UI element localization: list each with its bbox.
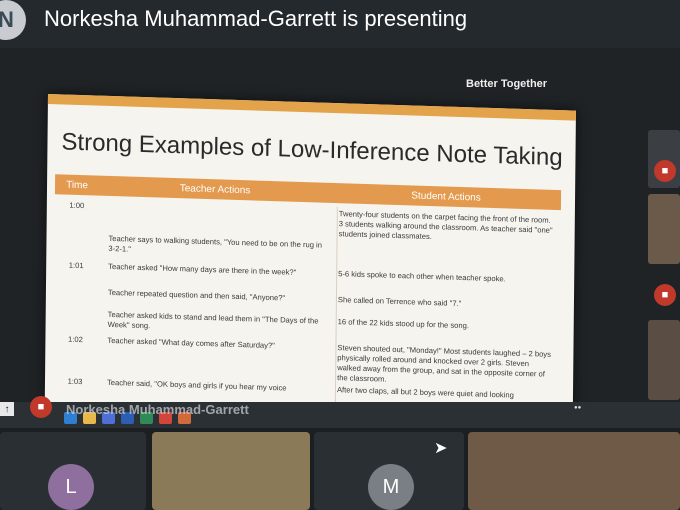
cell-teacher: Teacher asked "What day comes after Satu… bbox=[107, 335, 275, 351]
participant-avatar[interactable]: L bbox=[48, 464, 94, 510]
column-header-teacher: Teacher Actions bbox=[179, 182, 251, 196]
system-clock: ●● bbox=[574, 405, 582, 411]
cell-time: 1:01 bbox=[68, 260, 84, 271]
participant-tile[interactable] bbox=[468, 432, 680, 510]
participant-avatar[interactable]: M bbox=[368, 464, 414, 510]
column-header-student: Student Actions bbox=[411, 189, 481, 204]
cell-time: 1:00 bbox=[69, 200, 85, 211]
slide-accent-band bbox=[47, 94, 576, 121]
presenting-label: Norkesha Muhammad-Garrett is presenting bbox=[44, 6, 468, 31]
cell-time: 1:03 bbox=[67, 376, 83, 387]
notes-table: 1:00 Twenty-four students on the carpet … bbox=[53, 198, 561, 412]
slide-title: Strong Examples of Low-Inference Note Ta… bbox=[61, 128, 563, 172]
microphone-muted-icon: ■ bbox=[654, 284, 676, 306]
cell-student: Steven shouted out, "Monday!" Most stude… bbox=[337, 343, 551, 384]
microphone-muted-icon: ■ bbox=[30, 396, 52, 418]
cell-time bbox=[54, 230, 98, 259]
column-header-time: Time bbox=[66, 179, 89, 191]
arrow-up-icon[interactable]: ↑ bbox=[0, 402, 14, 416]
microphone-muted-icon: ■ bbox=[654, 160, 676, 182]
side-participant-tile[interactable] bbox=[648, 194, 680, 264]
cell-time bbox=[54, 306, 98, 333]
participant-tile[interactable] bbox=[152, 432, 310, 510]
slide-brand-label: Better Together bbox=[466, 78, 548, 90]
mouse-cursor-icon: ➤ bbox=[434, 440, 448, 457]
cell-time: 1:02 bbox=[68, 334, 83, 345]
side-participant-tile[interactable] bbox=[648, 320, 680, 400]
presenter-name-overlay: Norkesha Muhammad-Garrett bbox=[66, 402, 249, 417]
cell-time bbox=[54, 284, 98, 307]
presenter-avatar[interactable]: N bbox=[0, 0, 26, 40]
presenter-banner: N Norkesha Muhammad-Garrett is presentin… bbox=[0, 0, 680, 48]
shared-slide: Strong Examples of Low-Inference Note Ta… bbox=[44, 94, 576, 429]
